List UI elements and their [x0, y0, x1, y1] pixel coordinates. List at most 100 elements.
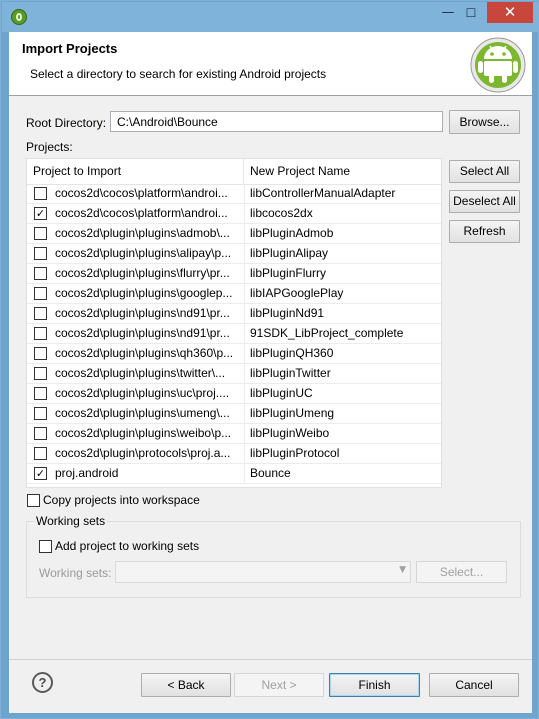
project-path-cell: cocos2d\plugin\plugins\flurry\pr...: [55, 266, 230, 280]
table-row[interactable]: cocos2d\plugin\plugins\nd91\pr... libPlug…: [27, 304, 441, 324]
next-button[interactable]: Next >: [234, 673, 324, 697]
table-row[interactable]: cocos2d\cocos\platform\androi... libContr…: [27, 184, 441, 204]
import-checkbox[interactable]: [34, 367, 47, 380]
import-checkbox[interactable]: [34, 287, 47, 300]
refresh-button[interactable]: Refresh: [449, 220, 520, 243]
table-row[interactable]: cocos2d\plugin\plugins\twitter\... libPlu…: [27, 364, 441, 384]
column-separator: [244, 224, 245, 244]
add-to-working-sets-checkbox[interactable]: [39, 540, 52, 553]
footer-divider: [9, 659, 532, 660]
project-name-cell[interactable]: libPluginQH360: [250, 344, 438, 363]
project-path-cell: cocos2d\cocos\platform\androi...: [55, 186, 228, 200]
column-separator: [244, 264, 245, 284]
column-separator: [244, 184, 245, 204]
column-separator: [244, 404, 245, 424]
import-checkbox[interactable]: [34, 407, 47, 420]
column-separator: [244, 204, 245, 224]
back-button[interactable]: < Back: [141, 673, 231, 697]
projects-table[interactable]: Project to Import New Project Name cocos…: [26, 158, 442, 488]
project-path-cell: cocos2d\plugin\plugins\twitter\...: [55, 366, 226, 380]
column-separator: [244, 364, 245, 384]
import-checkbox[interactable]: [34, 327, 47, 340]
import-checkbox[interactable]: ✓: [34, 467, 47, 480]
deselect-all-button[interactable]: Deselect All: [449, 190, 520, 213]
close-button[interactable]: ✕: [487, 2, 533, 23]
table-row[interactable]: cocos2d\plugin\plugins\admob\... libPlugi…: [27, 224, 441, 244]
project-path-cell: cocos2d\cocos\platform\androi...: [55, 206, 228, 220]
wizard-description: Select a directory to search for existin…: [30, 67, 327, 81]
project-name-cell[interactable]: Bounce: [250, 464, 438, 483]
project-name-cell[interactable]: libPluginAdmob: [250, 224, 438, 243]
project-name-cell[interactable]: libPluginWeibo: [250, 424, 438, 443]
project-name-cell[interactable]: libPluginUmeng: [250, 404, 438, 423]
table-row[interactable]: cocos2d\plugin\plugins\qh360\p... libPlug…: [27, 344, 441, 364]
project-name-cell[interactable]: libPluginUC: [250, 384, 438, 403]
working-sets-combo[interactable]: ▼: [115, 561, 411, 583]
import-checkbox[interactable]: ✓: [34, 207, 47, 220]
project-path-cell: cocos2d\plugin\plugins\uc\proj....: [55, 386, 230, 400]
table-row[interactable]: cocos2d\plugin\protocols\proj.a... libPlu…: [27, 444, 441, 464]
column-separator: [244, 344, 245, 364]
table-row[interactable]: cocos2d\plugin\plugins\googlep... libIAPG…: [27, 284, 441, 304]
table-row[interactable]: ✓ cocos2d\cocos\platform\androi... libcoco…: [27, 204, 441, 224]
root-directory-label: Root Directory:: [26, 116, 107, 130]
select-all-button[interactable]: Select All: [449, 160, 520, 183]
project-path-cell: cocos2d\plugin\plugins\alipay\p...: [55, 246, 232, 260]
browse-button[interactable]: Browse...: [449, 110, 520, 134]
table-row[interactable]: cocos2d\plugin\plugins\umeng\... libPlugi…: [27, 404, 441, 424]
checkmark-icon: ✓: [35, 467, 46, 480]
project-path-cell: proj.android: [55, 466, 119, 480]
column-separator: [244, 424, 245, 444]
minimize-button[interactable]: —: [439, 4, 457, 24]
table-row[interactable]: cocos2d\plugin\plugins\flurry\pr... libPl…: [27, 264, 441, 284]
column-separator: [244, 284, 245, 304]
project-name-cell[interactable]: libPluginProtocol: [250, 444, 438, 463]
import-checkbox[interactable]: [34, 347, 47, 360]
import-checkbox[interactable]: [34, 427, 47, 440]
project-path-cell: cocos2d\plugin\protocols\proj.a...: [55, 446, 231, 460]
finish-button[interactable]: Finish: [329, 673, 420, 697]
column-header-new-name[interactable]: New Project Name: [244, 159, 441, 184]
help-icon[interactable]: ?: [32, 672, 53, 693]
project-name-cell[interactable]: libPluginAlipay: [250, 244, 438, 263]
working-sets-group: [26, 521, 521, 598]
project-name-cell[interactable]: libPluginNd91: [250, 304, 438, 323]
copy-into-workspace-label[interactable]: Copy projects into workspace: [43, 493, 200, 507]
table-row[interactable]: cocos2d\plugin\plugins\alipay\p... libPlu…: [27, 244, 441, 264]
table-row[interactable]: cocos2d\plugin\plugins\uc\proj.... libPlu…: [27, 384, 441, 404]
maximize-button[interactable]: ☐: [462, 4, 480, 24]
add-to-working-sets-label[interactable]: Add project to working sets: [55, 539, 199, 553]
import-checkbox[interactable]: [34, 227, 47, 240]
table-row[interactable]: cocos2d\plugin\plugins\weibo\p... libPlug…: [27, 424, 441, 444]
checkmark-icon: ✓: [35, 207, 46, 220]
column-separator: [244, 444, 245, 464]
project-name-cell[interactable]: 91SDK_LibProject_complete: [250, 324, 438, 343]
project-path-cell: cocos2d\plugin\plugins\nd91\pr...: [55, 326, 230, 340]
import-checkbox[interactable]: [34, 387, 47, 400]
wizard-title: Import Projects: [22, 41, 118, 56]
project-name-cell[interactable]: libPluginFlurry: [250, 264, 438, 283]
project-path-cell: cocos2d\plugin\plugins\weibo\p...: [55, 426, 232, 440]
project-name-cell[interactable]: libcocos2dx: [250, 204, 438, 223]
column-separator: [244, 324, 245, 344]
wizard-header: Import Projects Select a directory to se…: [9, 32, 532, 96]
project-name-cell[interactable]: libControllerManualAdapter: [250, 184, 438, 203]
copy-into-workspace-checkbox[interactable]: [27, 494, 40, 507]
table-row[interactable]: ✓ proj.android Bounce: [27, 464, 441, 484]
import-checkbox[interactable]: [34, 267, 47, 280]
table-row[interactable]: cocos2d\plugin\plugins\nd91\pr... 91SDK_L…: [27, 324, 441, 344]
project-name-cell[interactable]: libIAPGooglePlay: [250, 284, 438, 303]
dialog-window: — ☐ ✕ Import Projects Select a directory…: [0, 0, 539, 719]
import-checkbox[interactable]: [34, 307, 47, 320]
import-checkbox[interactable]: [34, 447, 47, 460]
working-sets-select-button[interactable]: Select...: [416, 561, 507, 583]
cancel-button[interactable]: Cancel: [429, 673, 519, 697]
column-header-project[interactable]: Project to Import: [27, 159, 244, 184]
root-directory-input[interactable]: C:\Android\Bounce: [110, 111, 443, 132]
column-separator: [244, 464, 245, 484]
project-path-cell: cocos2d\plugin\plugins\nd91\pr...: [55, 306, 230, 320]
import-checkbox[interactable]: [34, 247, 47, 260]
import-checkbox[interactable]: [34, 187, 47, 200]
chevron-down-icon: ▼: [399, 565, 406, 575]
project-name-cell[interactable]: libPluginTwitter: [250, 364, 438, 383]
